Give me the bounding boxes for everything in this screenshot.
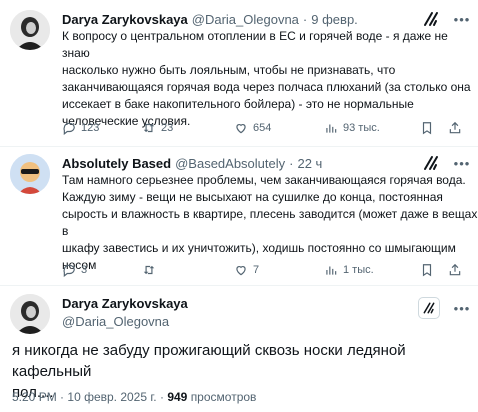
reply-button[interactable]: 3 xyxy=(62,261,87,279)
like-count: 654 xyxy=(253,122,272,134)
post-time[interactable]: 5:20 PM xyxy=(12,390,57,404)
text-line: Каждую зиму - вещи не высыхают на сушилк… xyxy=(62,190,443,204)
views-icon xyxy=(326,124,337,133)
reply-icon xyxy=(63,264,75,277)
tweet-reply-2[interactable]: Absolutely Based @BasedAbsolutely · 22 ч… xyxy=(0,147,478,285)
views-button[interactable]: 93 тыс. xyxy=(324,119,380,137)
repost-button[interactable]: 23 xyxy=(142,119,173,137)
views-button[interactable]: 1 тыс. xyxy=(324,261,374,279)
text-line: заканчивающаяся горячая вода через полча… xyxy=(62,80,471,94)
author-handle[interactable]: @BasedAbsolutely xyxy=(175,156,285,171)
separator: · xyxy=(289,155,294,171)
text-line: я никогда не забуду прожигающий сквозь н… xyxy=(12,342,406,380)
reply-count: 3 xyxy=(81,264,88,276)
author-name[interactable]: Darya Zarykovskaya xyxy=(62,296,188,311)
grok-icon[interactable] xyxy=(422,154,440,172)
repost-icon xyxy=(143,123,155,133)
repost-button[interactable] xyxy=(142,261,161,279)
views-count: 93 тыс. xyxy=(343,122,380,134)
share-icon xyxy=(449,263,461,276)
tweet-main: Darya Zarykovskaya @Daria_Olegovna ••• я… xyxy=(0,286,478,412)
share-button[interactable] xyxy=(448,119,467,137)
share-icon xyxy=(449,121,461,134)
author-handle[interactable]: @Daria_Olegovna xyxy=(192,12,299,27)
separator: · xyxy=(302,11,308,27)
views-icon xyxy=(326,266,337,275)
tweet-meta: 5:20 PM · 10 февр. 2025 г. · 949 просмот… xyxy=(12,390,256,404)
bookmark-icon xyxy=(422,122,432,135)
separator: · xyxy=(60,390,65,404)
grok-icon[interactable] xyxy=(418,297,440,319)
like-count: 7 xyxy=(253,264,260,276)
bookmark-button[interactable] xyxy=(420,119,439,137)
tweet-text: К вопросу о центральном отоплении в ЕС и… xyxy=(62,28,478,130)
like-icon xyxy=(236,266,246,276)
views-label: просмотров xyxy=(190,390,257,404)
reply-count: 123 xyxy=(81,122,100,134)
more-icon[interactable]: ••• xyxy=(454,11,470,27)
text-line: сырость и влажность в квартире, плесень … xyxy=(62,207,478,238)
bookmark-icon xyxy=(422,264,432,277)
tweet-reply-1[interactable]: Darya Zarykovskaya @Daria_Olegovna · 9 ф… xyxy=(0,0,478,146)
bookmark-button[interactable] xyxy=(420,261,439,279)
grok-icon[interactable] xyxy=(422,10,440,28)
text-line: Там намного серьезнее проблемы, чем зака… xyxy=(62,173,466,187)
views-count: 949 xyxy=(167,390,188,404)
more-icon[interactable]: ••• xyxy=(454,300,470,316)
text-line: иссекает в баке накопительного бойлера) … xyxy=(62,97,414,111)
avatar[interactable] xyxy=(10,10,50,50)
author-name[interactable]: Darya Zarykovskaya xyxy=(62,12,188,27)
reply-button[interactable]: 123 xyxy=(62,119,99,137)
text-line: насколько нужно быть лояльным, чтобы не … xyxy=(62,63,396,77)
avatar[interactable] xyxy=(10,154,50,194)
tweet-text: Там намного серьезнее проблемы, чем зака… xyxy=(62,172,478,274)
share-button[interactable] xyxy=(448,261,467,279)
reply-icon xyxy=(63,122,75,135)
text-line: шкафу завестись и их уничтожить), ходишь… xyxy=(62,241,456,255)
timestamp[interactable]: 9 февр. xyxy=(311,12,358,27)
like-icon xyxy=(236,124,246,134)
views-count: 1 тыс. xyxy=(343,264,374,276)
text-line: К вопросу о центральном отоплении в ЕС и… xyxy=(62,29,448,60)
like-button[interactable]: 654 xyxy=(234,119,271,137)
avatar[interactable] xyxy=(10,294,50,334)
more-icon[interactable]: ••• xyxy=(454,155,470,171)
repost-icon xyxy=(143,265,155,275)
separator: · xyxy=(159,390,164,404)
post-date[interactable]: 10 февр. 2025 г. xyxy=(67,390,156,404)
like-button[interactable]: 7 xyxy=(234,261,259,279)
author-handle[interactable]: @Daria_Olegovna xyxy=(62,314,169,329)
author-name[interactable]: Absolutely Based xyxy=(62,156,171,171)
timestamp[interactable]: 22 ч xyxy=(297,156,322,171)
repost-count: 23 xyxy=(161,122,174,134)
